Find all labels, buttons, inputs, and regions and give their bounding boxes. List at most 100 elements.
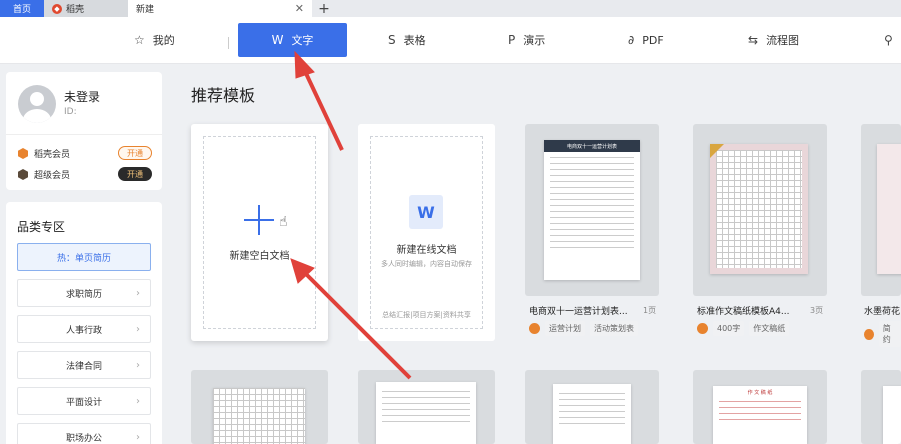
- category-job-resume[interactable]: 求职简历 ›: [17, 279, 151, 307]
- template-thumbnail[interactable]: [525, 370, 659, 444]
- template-preview: 作 文 稿 纸: [713, 386, 807, 444]
- close-icon[interactable]: ✕: [295, 2, 304, 15]
- word-icon: W: [271, 33, 284, 47]
- toolbar-sheet-label: 表格: [403, 34, 426, 47]
- tab-docer[interactable]: ◆ 稻壳: [44, 0, 128, 17]
- template-preview: [710, 144, 808, 274]
- template-preview: [376, 382, 476, 444]
- tab-new-label: 新建: [136, 5, 155, 15]
- super-open-button[interactable]: 开通: [118, 167, 152, 181]
- toolbar-pdf-label: PDF: [642, 33, 664, 47]
- template-preview: [213, 388, 305, 444]
- docer-logo-icon: [697, 323, 708, 334]
- pdf-icon: ∂: [628, 33, 635, 47]
- tab-bar: 首页 ◆ 稻壳 新建 ✕ +: [0, 0, 901, 17]
- category-title: 品类专区: [17, 220, 66, 234]
- toolbar-mine-label: 我的: [152, 34, 175, 47]
- category-graphic[interactable]: 平面设计 ›: [17, 387, 151, 415]
- super-member: 超级会员: [18, 168, 70, 181]
- toolbar-sheet[interactable]: S 表格: [388, 23, 426, 57]
- mindmap-icon: ⚲: [884, 33, 893, 47]
- chevron-right-icon: ›: [136, 323, 140, 335]
- template-tag[interactable]: 运营计划: [545, 321, 585, 336]
- template-thumbnail[interactable]: [693, 124, 827, 296]
- section-title: 推荐模板: [191, 86, 256, 105]
- category-hot-resume[interactable]: 热：单页简历: [17, 243, 151, 271]
- sheet-icon: S: [388, 33, 396, 47]
- user-name[interactable]: 未登录: [64, 88, 100, 105]
- template-tags: 运营计划 活动策划表: [529, 321, 638, 336]
- category-label: 平面设计: [65, 397, 102, 408]
- category-panel: 品类专区 热：单页简历 求职简历 › 人事行政 › 法律合同 › 平面设计 › 职场办公…: [6, 202, 162, 444]
- online-word-icon: W: [409, 195, 443, 229]
- template-thumbnail[interactable]: [358, 370, 495, 444]
- category-label: 职场办公: [65, 433, 102, 444]
- presentation-icon: P: [508, 33, 516, 47]
- category-label: 求职简历: [65, 289, 102, 300]
- new-blank-doc-card[interactable]: ☝ 新建空白文档: [191, 124, 328, 341]
- toolbar-present[interactable]: P 演示: [508, 23, 545, 57]
- toolbar-divider: [228, 37, 229, 49]
- category-office[interactable]: 职场办公 ›: [17, 423, 151, 444]
- user-card: 未登录 ID: 稻壳会员 开通 超级会员 开通: [6, 72, 162, 190]
- template-header: 电商双十一运营计划表: [544, 140, 640, 152]
- toolbar-mindmap[interactable]: ⚲: [884, 23, 893, 57]
- docer-logo-icon: [529, 323, 540, 334]
- chevron-right-icon: ›: [136, 431, 140, 443]
- add-tab-button[interactable]: +: [312, 0, 336, 17]
- toolbar-mine[interactable]: ☆ 我的: [134, 23, 175, 57]
- template-thumbnail[interactable]: 电商双十一运营计划表: [525, 124, 659, 296]
- online-doc-subtitle: 多人同时编辑，内容自动保存: [381, 260, 472, 268]
- template-thumbnail[interactable]: [861, 124, 901, 296]
- tab-home[interactable]: 首页: [0, 0, 44, 17]
- template-preview: [877, 144, 901, 274]
- template-thumbnail[interactable]: 作 文 稿 纸: [693, 370, 827, 444]
- sidebar: 未登录 ID: 稻壳会员 开通 超级会员 开通 品类专区 热：单页简历 求职简历…: [6, 72, 162, 444]
- template-tag[interactable]: 400字: [713, 321, 745, 336]
- template-tag[interactable]: 活动策划表: [590, 321, 638, 336]
- chevron-right-icon: ›: [136, 359, 140, 371]
- new-blank-doc-label: 新建空白文档: [229, 251, 290, 262]
- template-thumbnail[interactable]: [191, 370, 328, 444]
- new-online-doc-card[interactable]: W 新建在线文档 多人同时编辑，内容自动保存 总结汇报|项目方案|资料共享: [358, 124, 495, 341]
- ruled-lines: [713, 401, 807, 420]
- docer-member-icon: [18, 148, 28, 159]
- template-name[interactable]: 水墨荷花: [864, 304, 900, 317]
- hand-cursor-icon: ☝: [279, 214, 288, 230]
- template-pages: 1页: [643, 306, 657, 315]
- user-id: ID:: [64, 107, 77, 117]
- category-hot-label: 热：单页简历: [56, 253, 111, 264]
- tab-docer-label: 稻壳: [66, 5, 85, 15]
- chevron-right-icon: ›: [136, 287, 140, 299]
- super-member-icon: [18, 169, 28, 180]
- category-legal[interactable]: 法律合同 ›: [17, 351, 151, 379]
- toolbar-word-label: 文字: [291, 34, 314, 47]
- category-label: 法律合同: [65, 361, 102, 372]
- toolbar-word[interactable]: W 文字: [238, 23, 347, 57]
- template-thumbnail[interactable]: [861, 370, 901, 444]
- toolbar-flowchart-label: 流程图: [766, 34, 800, 47]
- docer-logo-icon: [864, 328, 874, 340]
- toolbar-flowchart[interactable]: ⇆ 流程图: [748, 23, 799, 57]
- template-tag[interactable]: 简约: [878, 321, 901, 347]
- template-name[interactable]: 电商双十一运营计划表...: [529, 304, 628, 317]
- online-doc-footer: 总结汇报|项目方案|资料共享: [382, 311, 471, 319]
- toolbar-pdf[interactable]: ∂ PDF: [628, 23, 664, 57]
- dashed-frame: [370, 136, 483, 329]
- tab-new[interactable]: 新建 ✕: [128, 0, 312, 17]
- template-preview: [553, 384, 631, 444]
- docer-open-button[interactable]: 开通: [118, 146, 152, 160]
- category-hr[interactable]: 人事行政 ›: [17, 315, 151, 343]
- template-preview: [883, 386, 901, 444]
- essay-title: 作 文 稿 纸: [747, 390, 773, 396]
- toolbar-present-label: 演示: [523, 34, 546, 47]
- category-label: 人事行政: [65, 325, 102, 336]
- template-name[interactable]: 标准作文稿纸模板A4...: [697, 304, 789, 317]
- template-tags: 400字 作文稿纸: [697, 321, 790, 336]
- template-tags: 简约: [864, 321, 901, 347]
- avatar[interactable]: [18, 85, 56, 123]
- template-tag[interactable]: 作文稿纸: [749, 321, 790, 336]
- star-icon: ☆: [134, 33, 145, 47]
- new-doc-toolbar: ☆ 我的 W 文字 S 表格 P 演示 ∂ PDF ⇆ 流程图 ⚲: [0, 17, 901, 64]
- plus-icon: +: [318, 0, 330, 17]
